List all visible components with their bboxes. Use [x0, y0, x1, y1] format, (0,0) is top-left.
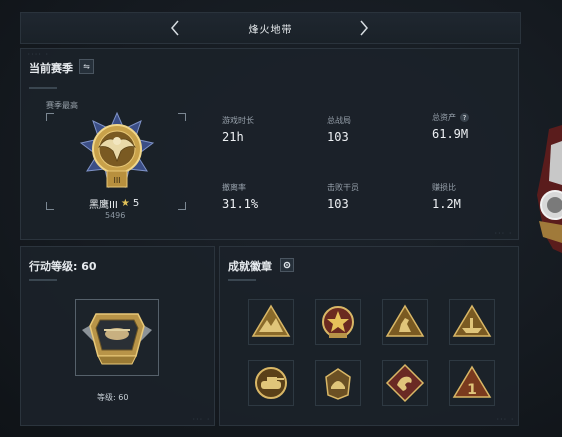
season-panel: ···· · ··· · 当前赛季 ⇋ 赛季最高 III 黑鹰III ★ 5 5…	[20, 48, 519, 240]
corner-decoration: ···· ·	[27, 51, 49, 58]
season-title: 当前赛季	[29, 62, 73, 75]
stat-label: 游戏时长	[222, 116, 254, 125]
action-level-panel: ··· · 行动等级: 60 等级: 60	[20, 246, 215, 426]
corner-decoration: ··· ·	[495, 416, 514, 423]
star-shield-badge-icon	[322, 306, 354, 338]
season-switch-button[interactable]: ⇋	[79, 59, 94, 74]
stat-total-assets: 总资产 ? 61.9M	[432, 112, 469, 141]
helmet-badge-icon	[325, 368, 351, 400]
mode-title: 烽火地带	[248, 24, 293, 36]
stat-profit-loss-ratio: 赚损比 1.2M	[432, 182, 461, 211]
next-mode-button[interactable]	[354, 17, 374, 39]
season-best-label: 赛季最高	[46, 101, 78, 110]
ship-triangle-badge-icon	[452, 304, 492, 337]
stat-label: 总战局	[327, 116, 351, 125]
mode-selector-bar: 烽火地带	[20, 12, 521, 44]
rank-score: 5496	[105, 211, 126, 220]
previous-mode-button[interactable]	[165, 17, 185, 39]
stat-value: 103	[327, 197, 349, 211]
help-icon[interactable]: ?	[460, 113, 469, 122]
stat-value: 1.2M	[432, 197, 461, 211]
chevron-right-icon	[360, 20, 368, 36]
badge-dragon-diamond[interactable]	[382, 360, 428, 406]
side-emblem-icon	[537, 125, 562, 253]
badges-title: 成就徽章	[228, 260, 272, 273]
badges-settings-button[interactable]	[280, 258, 294, 272]
stat-label: 撤离率	[222, 183, 246, 192]
badge-star-shield[interactable]	[315, 299, 361, 345]
badge-number-one-triangle[interactable]: 1	[449, 360, 495, 406]
svg-text:1: 1	[467, 382, 477, 398]
stat-extraction-rate: 撤离率 31.1%	[222, 182, 258, 211]
stat-label: 总资产	[432, 113, 456, 122]
action-level-title: 行动等级: 60	[29, 260, 97, 273]
rank-star-count: 5	[132, 198, 140, 209]
level-emblem-frame	[75, 299, 159, 376]
swap-icon: ⇋	[83, 62, 90, 71]
stat-value: 61.9M	[432, 127, 469, 141]
stat-label-row: 总资产 ?	[432, 112, 469, 123]
stat-play-time: 游戏时长 21h	[222, 115, 254, 144]
corner-decoration: ··· ·	[191, 416, 210, 423]
badge-helmet[interactable]	[315, 360, 361, 406]
badge-terrain-triangle[interactable]	[248, 299, 294, 345]
helicopter-level-emblem-icon	[82, 313, 152, 365]
stat-total-matches: 总战局 103	[327, 115, 351, 144]
rank-name-text: 黑鹰III	[89, 200, 118, 211]
dragon-diamond-badge-icon	[385, 363, 425, 403]
title-underline	[29, 87, 57, 89]
badge-ship-triangle[interactable]	[449, 299, 495, 345]
level-caption: 等级: 60	[97, 393, 129, 402]
terrain-triangle-badge-icon	[251, 304, 291, 337]
stat-label: 击败干员	[327, 183, 359, 192]
chevron-left-icon	[171, 20, 179, 36]
star-icon: ★	[120, 198, 130, 209]
title-underline	[29, 279, 57, 281]
title-underline	[228, 279, 256, 281]
rank-name: 黑鹰III ★ 5	[89, 196, 139, 211]
black-hawk-rank-emblem-icon: III	[79, 111, 155, 189]
number-one-triangle-badge-icon: 1	[452, 365, 492, 398]
stat-value: 21h	[222, 130, 244, 144]
tank-badge-icon	[255, 367, 287, 399]
stat-value: 31.1%	[222, 197, 259, 211]
badge-kangaroo-triangle[interactable]	[382, 299, 428, 345]
stat-value: 103	[327, 130, 349, 144]
badge-tank[interactable]	[248, 360, 294, 406]
achievement-badges-panel: ··· · 成就徽章 1	[219, 246, 519, 426]
kangaroo-triangle-badge-icon	[385, 304, 425, 337]
svg-text:III: III	[113, 176, 120, 185]
corner-decoration: ··· ·	[493, 230, 512, 237]
gear-icon	[283, 261, 291, 269]
stat-label: 赚损比	[432, 183, 456, 192]
stat-operators-defeated: 击败干员 103	[327, 182, 359, 211]
